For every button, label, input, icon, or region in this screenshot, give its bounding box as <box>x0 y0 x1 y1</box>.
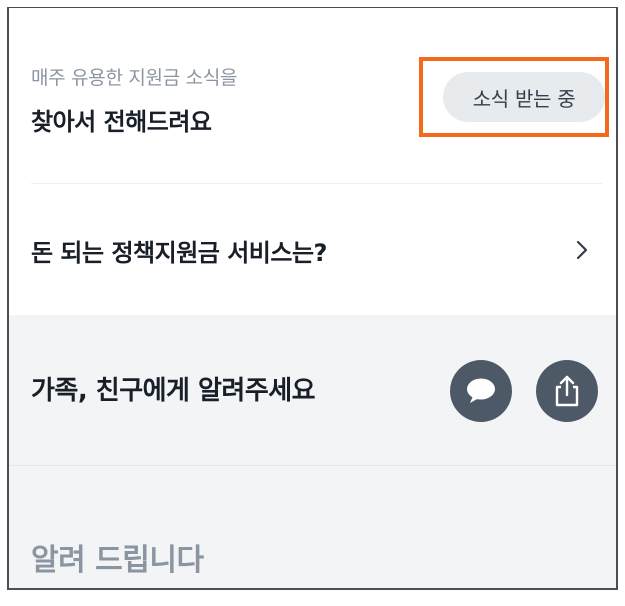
subscribe-status-button[interactable]: 소식 받는 중 <box>443 72 605 122</box>
subscription-headline: 찾아서 전해드려요 <box>31 108 212 136</box>
notice-heading: 알려 드립니다 <box>31 543 204 578</box>
subscription-caption: 매주 유용한 지원금 소식을 <box>31 67 238 89</box>
chevron-right-icon <box>576 240 588 260</box>
share-row: 가족, 친구에게 알려주세요 <box>9 315 616 465</box>
subscription-text: 매주 유용한 지원금 소식을 찾아서 전해드려요 <box>31 63 238 137</box>
kakao-share-button[interactable] <box>450 360 512 422</box>
share-label: 가족, 친구에게 알려주세요 <box>31 376 316 406</box>
subscription-section: 매주 유용한 지원금 소식을 찾아서 전해드려요 소식 받는 중 <box>9 8 616 183</box>
policy-service-link[interactable]: 돈 되는 정책지원금 서비스는? <box>9 184 616 315</box>
grey-divider <box>9 465 616 466</box>
share-upload-icon <box>555 375 579 407</box>
speech-bubble-icon <box>467 378 495 403</box>
share-button[interactable] <box>536 360 598 422</box>
screen-frame: 매주 유용한 지원금 소식을 찾아서 전해드려요 소식 받는 중 돈 되는 정책… <box>7 7 618 590</box>
policy-service-label: 돈 되는 정책지원금 서비스는? <box>31 239 327 267</box>
grey-section: 가족, 친구에게 알려주세요 알려 드립니다 <box>9 315 616 588</box>
